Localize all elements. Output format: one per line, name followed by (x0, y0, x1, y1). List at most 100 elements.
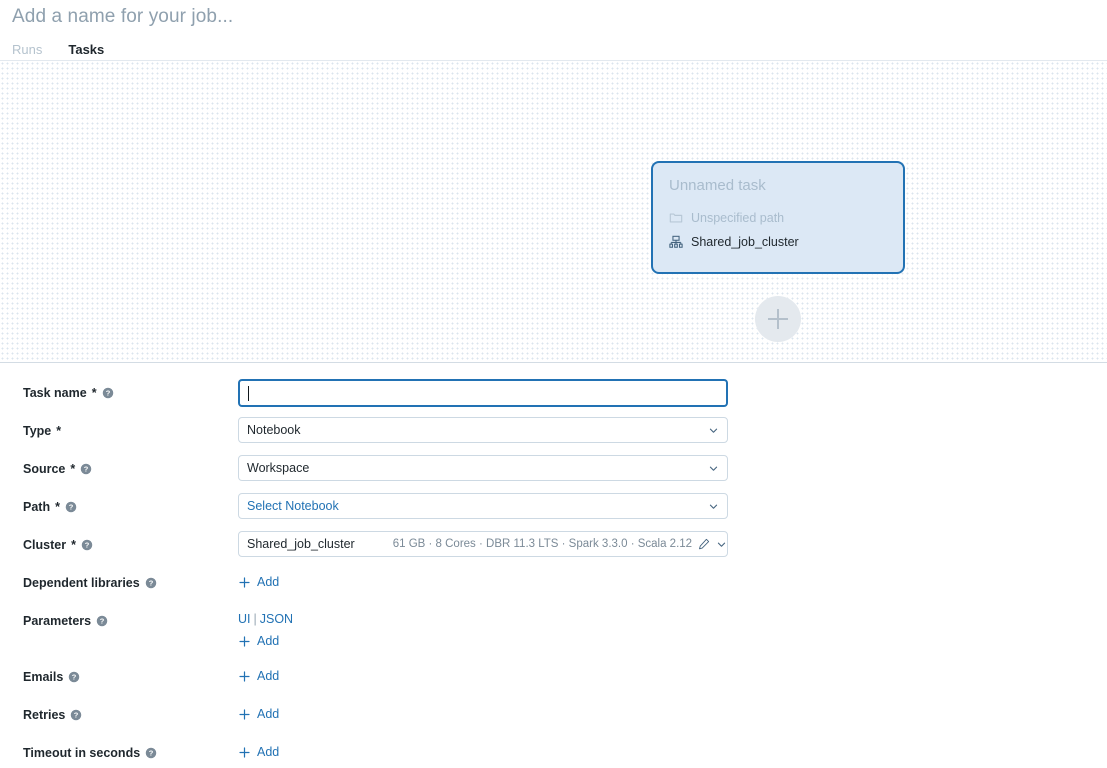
svg-text:?: ? (85, 541, 90, 550)
chevron-down-icon (709, 466, 718, 471)
svg-text:?: ? (84, 465, 89, 474)
help-icon[interactable]: ? (102, 387, 114, 399)
required-asterisk: * (56, 424, 62, 438)
form-row-task-name: Task name * ? (0, 379, 1107, 417)
label-path-text: Path (23, 500, 51, 514)
control-source: Workspace (238, 455, 1107, 481)
form-row-retries: Retries ? Add (0, 701, 1107, 739)
plus-icon (239, 670, 250, 682)
path-select[interactable]: Select Notebook (238, 493, 728, 519)
help-icon[interactable]: ? (80, 463, 92, 475)
help-icon[interactable]: ? (81, 539, 93, 551)
help-icon[interactable]: ? (145, 577, 157, 589)
type-value: Notebook (247, 423, 301, 437)
add-task-node-button[interactable] (755, 296, 801, 342)
label-retries: Retries ? (23, 701, 238, 723)
chevron-down-icon (717, 542, 726, 547)
type-select[interactable]: Notebook (238, 417, 728, 443)
add-parameter-label: Add (257, 634, 280, 648)
plus-icon (239, 635, 250, 647)
folder-icon (669, 213, 683, 223)
label-type: Type * (23, 417, 238, 439)
path-placeholder: Select Notebook (247, 499, 339, 513)
svg-text:?: ? (69, 503, 74, 512)
form-row-timeout: Timeout in seconds ? Add (0, 739, 1107, 768)
svg-text:?: ? (105, 389, 110, 398)
add-dependent-library-button[interactable]: Add (238, 569, 279, 591)
form-row-emails: Emails ? Add (0, 663, 1107, 701)
form-row-source: Source * ? Workspace (0, 455, 1107, 493)
label-parameters-text: Parameters (23, 614, 92, 628)
help-icon[interactable]: ? (145, 747, 157, 759)
help-icon[interactable]: ? (68, 671, 80, 683)
page-header: Add a name for your job... Runs Tasks (0, 0, 1107, 63)
control-type: Notebook (238, 417, 1107, 443)
label-retries-text: Retries (23, 708, 66, 722)
add-retries-button[interactable]: Add (238, 701, 279, 723)
label-task-name: Task name * ? (23, 379, 238, 401)
label-type-text: Type (23, 424, 52, 438)
form-row-dependent-libraries: Dependent libraries ? Add (0, 569, 1107, 607)
label-path: Path * ? (23, 493, 238, 515)
add-retries-label: Add (257, 707, 280, 721)
text-caret (248, 385, 249, 401)
task-node-card[interactable]: Unnamed task Unspecified path Shared_job… (651, 161, 905, 274)
task-node-path-row: Unspecified path (669, 206, 887, 230)
chevron-down-icon (709, 504, 718, 509)
required-asterisk: * (91, 386, 97, 400)
svg-text:?: ? (72, 673, 77, 682)
cluster-value: Shared_job_cluster (247, 537, 355, 551)
help-icon[interactable]: ? (96, 615, 108, 627)
cluster-specs: 61 GB · 8 Cores · DBR 11.3 LTS · Spark 3… (392, 538, 693, 550)
required-asterisk: * (55, 500, 60, 514)
add-timeout-button[interactable]: Add (238, 739, 279, 761)
parameters-json-link[interactable]: JSON (260, 612, 293, 626)
required-asterisk: * (70, 462, 76, 476)
help-icon[interactable]: ? (65, 501, 77, 513)
label-cluster-text: Cluster (23, 538, 67, 552)
label-dependent-libraries: Dependent libraries ? (23, 569, 238, 591)
label-source-text: Source (23, 462, 66, 476)
label-task-name-text: Task name (23, 386, 87, 400)
job-name-input[interactable]: Add a name for your job... (12, 0, 1107, 29)
svg-text:?: ? (149, 749, 154, 758)
task-node-cluster: Shared_job_cluster (691, 235, 799, 249)
parameters-ui-link[interactable]: UI (238, 612, 251, 626)
plus-icon (239, 746, 250, 758)
pencil-icon[interactable] (698, 538, 710, 550)
task-name-input[interactable] (238, 379, 728, 407)
chevron-down-icon (709, 428, 718, 433)
add-parameter-button[interactable]: Add (238, 628, 279, 650)
svg-text:?: ? (148, 579, 153, 588)
task-node-title: Unnamed task (669, 177, 766, 194)
add-dependent-library-label: Add (257, 575, 280, 589)
label-parameters: Parameters ? (23, 607, 238, 629)
svg-text:?: ? (100, 617, 105, 626)
source-select[interactable]: Workspace (238, 455, 728, 481)
label-emails-text: Emails (23, 670, 64, 684)
add-email-button[interactable]: Add (238, 663, 279, 685)
plus-icon (239, 708, 250, 720)
control-timeout: Add (238, 739, 1107, 764)
task-graph-canvas[interactable]: Unnamed task Unspecified path Shared_job… (0, 60, 1107, 363)
svg-text:?: ? (74, 711, 79, 720)
task-config-form: Task name * ? Type * Notebook Source * ?… (0, 363, 1107, 768)
label-timeout-text: Timeout in seconds (23, 746, 141, 760)
help-icon[interactable]: ? (70, 709, 82, 721)
control-path: Select Notebook (238, 493, 1107, 519)
form-row-type: Type * Notebook (0, 417, 1107, 455)
add-email-label: Add (257, 669, 280, 683)
control-parameters: UI | JSON Add (238, 607, 1107, 653)
required-asterisk: * (71, 538, 76, 552)
source-value: Workspace (247, 461, 310, 475)
control-retries: Add (238, 701, 1107, 726)
task-node-path: Unspecified path (691, 211, 785, 225)
control-emails: Add (238, 663, 1107, 688)
form-row-parameters: Parameters ? UI | JSON Add (0, 607, 1107, 663)
control-task-name (238, 379, 1107, 407)
cluster-select[interactable]: Shared_job_cluster 61 GB · 8 Cores · DBR… (238, 531, 728, 557)
label-cluster: Cluster * ? (23, 531, 238, 553)
control-dependent-libraries: Add (238, 569, 1107, 594)
label-emails: Emails ? (23, 663, 238, 685)
form-row-path: Path * ? Select Notebook (0, 493, 1107, 531)
